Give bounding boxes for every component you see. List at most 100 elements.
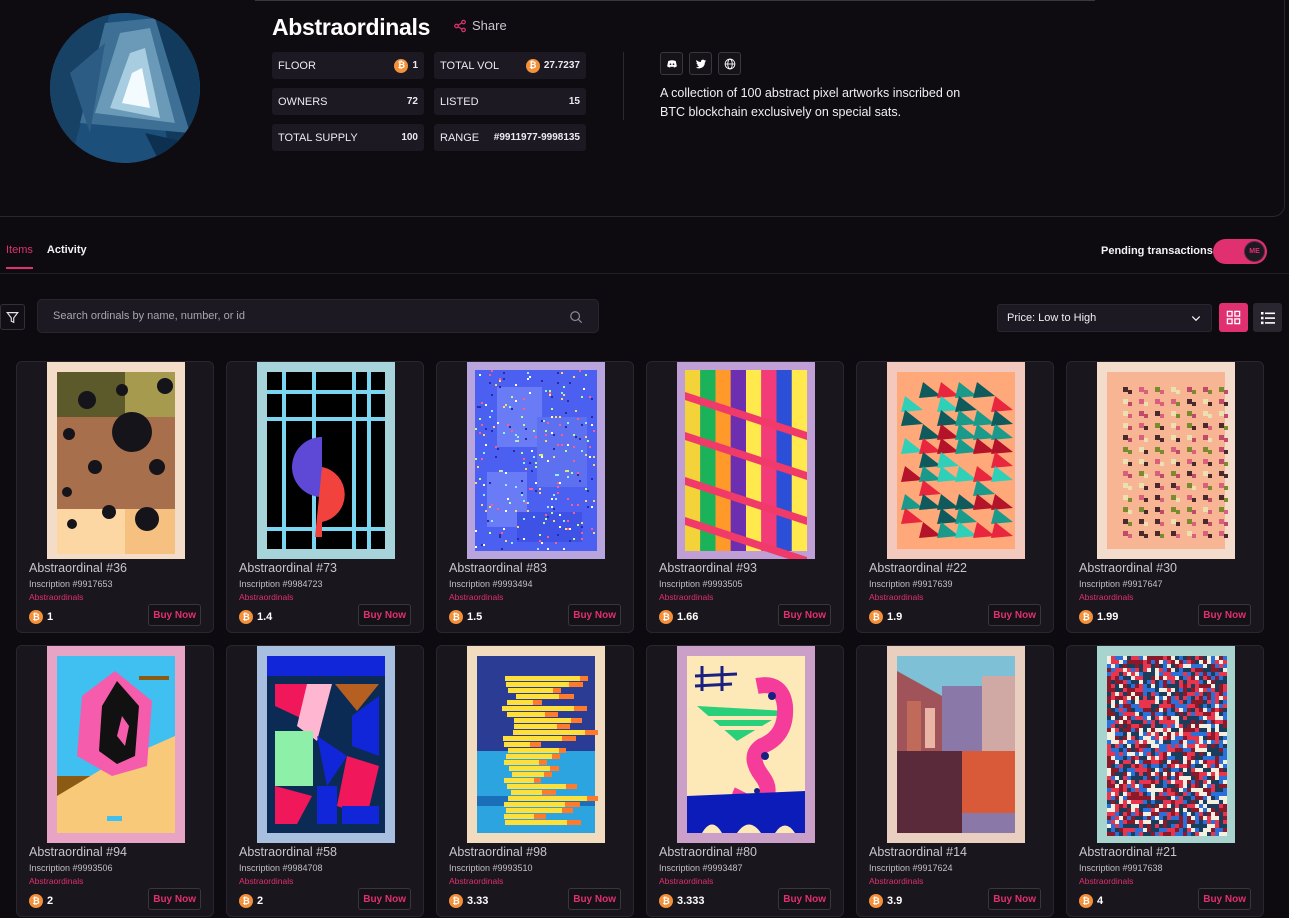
ordinal-image[interactable] bbox=[887, 646, 1025, 843]
buy-now-button[interactable]: Buy Now bbox=[1198, 888, 1251, 910]
search-input[interactable] bbox=[38, 300, 598, 332]
ordinal-name: Abstraordinal #80 bbox=[659, 845, 757, 859]
ordinal-price-value: 1.99 bbox=[1097, 611, 1119, 623]
ordinal-price-value: 2 bbox=[47, 895, 54, 907]
ordinal-inscription: Inscription #9917647 bbox=[1079, 579, 1163, 589]
buy-now-button[interactable]: Buy Now bbox=[1198, 604, 1251, 626]
ordinal-image[interactable] bbox=[467, 646, 605, 843]
ordinal-collection-link[interactable]: Abstraordinals bbox=[1079, 592, 1133, 602]
collection-description: A collection of 100 abstract pixel artwo… bbox=[660, 86, 961, 119]
ordinal-collection-link[interactable]: Abstraordinals bbox=[449, 592, 503, 602]
ordinal-image[interactable] bbox=[257, 646, 395, 843]
ordinal-card[interactable]: Abstraordinal #93 Inscription #9993505 A… bbox=[646, 361, 844, 633]
divider bbox=[255, 0, 1095, 1]
ordinal-card[interactable]: Abstraordinal #22 Inscription #9917639 A… bbox=[856, 361, 1054, 633]
website-link[interactable] bbox=[718, 52, 741, 75]
btc-icon: ₿ bbox=[659, 894, 673, 908]
ordinal-collection-link[interactable]: Abstraordinals bbox=[29, 876, 83, 886]
grid-view-button[interactable] bbox=[1219, 303, 1248, 332]
ordinal-collection-link[interactable]: Abstraordinals bbox=[659, 592, 713, 602]
ordinal-artwork bbox=[467, 646, 605, 843]
buy-now-button[interactable]: Buy Now bbox=[568, 604, 621, 626]
ordinal-image[interactable] bbox=[467, 362, 605, 559]
ordinal-card[interactable]: Abstraordinal #80 Inscription #9993487 A… bbox=[646, 645, 844, 917]
btc-icon: ₿ bbox=[1079, 610, 1093, 624]
sort-selected-label: Price: Low to High bbox=[1007, 312, 1097, 324]
stat-listed-label: LISTED bbox=[440, 95, 479, 108]
buy-now-button[interactable]: Buy Now bbox=[148, 604, 201, 626]
ordinal-artwork bbox=[1097, 362, 1235, 559]
ordinal-price: ₿ 3.33 bbox=[449, 894, 488, 908]
ordinal-price: ₿ 2 bbox=[29, 894, 53, 908]
stat-total-supply: TOTAL SUPPLY 100 bbox=[272, 124, 424, 151]
twitter-link[interactable] bbox=[689, 52, 712, 75]
buy-now-button[interactable]: Buy Now bbox=[778, 888, 831, 910]
ordinal-name: Abstraordinal #36 bbox=[29, 561, 127, 575]
ordinal-card[interactable]: Abstraordinal #14 Inscription #9917624 A… bbox=[856, 645, 1054, 917]
ordinal-name: Abstraordinal #98 bbox=[449, 845, 547, 859]
buy-now-button[interactable]: Buy Now bbox=[148, 888, 201, 910]
share-button[interactable]: Share bbox=[453, 18, 507, 33]
ordinal-card[interactable]: Abstraordinal #36 Inscription #9917653 A… bbox=[16, 361, 214, 633]
ordinal-image[interactable] bbox=[1097, 362, 1235, 559]
sort-select[interactable]: Price: Low to High bbox=[997, 304, 1212, 332]
ordinal-price-value: 2 bbox=[257, 895, 264, 907]
ordinal-image[interactable] bbox=[47, 362, 185, 559]
ordinal-price-value: 4 bbox=[1097, 895, 1104, 907]
ordinal-image[interactable] bbox=[677, 646, 815, 843]
ordinal-card[interactable]: Abstraordinal #98 Inscription #9993510 A… bbox=[436, 645, 634, 917]
list-view-button[interactable] bbox=[1253, 303, 1282, 332]
pending-transactions-toggle[interactable]: ME bbox=[1213, 239, 1267, 264]
stat-listed-value: 15 bbox=[568, 96, 580, 107]
ordinal-card[interactable]: Abstraordinal #73 Inscription #9984723 A… bbox=[226, 361, 424, 633]
share-label: Share bbox=[472, 18, 507, 33]
buy-now-button[interactable]: Buy Now bbox=[988, 604, 1041, 626]
filter-button[interactable] bbox=[0, 304, 25, 330]
ordinal-price-value: 1 bbox=[47, 611, 54, 623]
ordinal-image[interactable] bbox=[47, 646, 185, 843]
buy-now-button[interactable]: Buy Now bbox=[568, 888, 621, 910]
buy-now-button[interactable]: Buy Now bbox=[358, 604, 411, 626]
buy-now-button[interactable]: Buy Now bbox=[778, 604, 831, 626]
chevron-down-icon bbox=[1191, 316, 1201, 322]
toggle-knob: ME bbox=[1244, 241, 1265, 262]
ordinal-price: ₿ 3.9 bbox=[869, 894, 902, 908]
search-icon[interactable] bbox=[569, 310, 583, 324]
ordinal-collection-link[interactable]: Abstraordinals bbox=[239, 592, 293, 602]
ordinal-card[interactable]: Abstraordinal #21 Inscription #9917638 A… bbox=[1066, 645, 1264, 917]
ordinal-card[interactable]: Abstraordinal #83 Inscription #9993494 A… bbox=[436, 361, 634, 633]
tab-items[interactable]: Items bbox=[6, 244, 33, 269]
ordinal-image[interactable] bbox=[257, 362, 395, 559]
list-icon bbox=[1260, 311, 1275, 324]
stat-total-supply-value: 100 bbox=[401, 132, 418, 143]
ordinal-collection-link[interactable]: Abstraordinals bbox=[869, 592, 923, 602]
tab-activity[interactable]: Activity bbox=[47, 244, 87, 269]
stat-total-vol: TOTAL VOL ₿ 27.7237 bbox=[434, 52, 586, 79]
buy-now-button[interactable]: Buy Now bbox=[358, 888, 411, 910]
ordinal-card[interactable]: Abstraordinal #94 Inscription #9993506 A… bbox=[16, 645, 214, 917]
stat-total-vol-label: TOTAL VOL bbox=[440, 59, 500, 72]
ordinal-collection-link[interactable]: Abstraordinals bbox=[449, 876, 503, 886]
grid-icon bbox=[1226, 310, 1241, 325]
ordinal-collection-link[interactable]: Abstraordinals bbox=[239, 876, 293, 886]
buy-now-button[interactable]: Buy Now bbox=[988, 888, 1041, 910]
twitter-icon bbox=[695, 59, 706, 68]
ordinal-image[interactable] bbox=[1097, 646, 1235, 843]
ordinal-collection-link[interactable]: Abstraordinals bbox=[659, 876, 713, 886]
ordinal-card[interactable]: Abstraordinal #58 Inscription #9984708 A… bbox=[226, 645, 424, 917]
ordinal-collection-link[interactable]: Abstraordinals bbox=[869, 876, 923, 886]
ordinal-image[interactable] bbox=[677, 362, 815, 559]
divider bbox=[0, 273, 1289, 274]
ordinal-price: ₿ 4 bbox=[1079, 894, 1103, 908]
ordinal-artwork bbox=[257, 362, 395, 559]
btc-icon: ₿ bbox=[449, 894, 463, 908]
collection-title: Abstraordinals bbox=[272, 14, 431, 40]
ordinal-collection-link[interactable]: Abstraordinals bbox=[1079, 876, 1133, 886]
ordinal-image[interactable] bbox=[887, 362, 1025, 559]
ordinal-collection-link[interactable]: Abstraordinals bbox=[29, 592, 83, 602]
discord-link[interactable] bbox=[660, 52, 683, 75]
search-box bbox=[37, 299, 599, 333]
ordinal-artwork bbox=[47, 362, 185, 559]
pending-transactions-label: Pending transactions bbox=[1101, 245, 1213, 257]
ordinal-card[interactable]: Abstraordinal #30 Inscription #9917647 A… bbox=[1066, 361, 1264, 633]
